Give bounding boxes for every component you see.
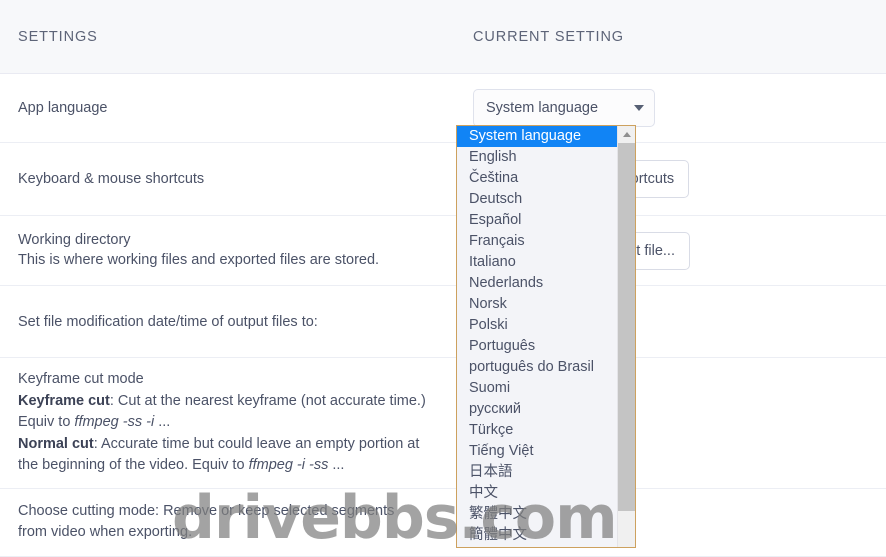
settings-row-keyframe-cut-mode: Keyframe cut mode Keyframe cut: Cut at t… [0, 357, 886, 489]
keyframe-cut-ellipsis: ... [154, 414, 171, 430]
language-option[interactable]: 中文 [457, 483, 617, 504]
language-option[interactable]: português do Brasil [457, 357, 617, 378]
settings-row-keyboard-mouse-shortcuts: Keyboard & mouse shortcuts Keyboard & mo… [0, 142, 886, 216]
language-option[interactable]: Tiếng Việt [457, 441, 617, 462]
language-option[interactable]: 簡體中文 [457, 525, 617, 546]
column-header-current-setting-label: CURRENT SETTING [473, 28, 624, 45]
settings-row-file-modification-date: Set file modification date/time of outpu… [0, 285, 886, 358]
scrollbar-thumb[interactable] [618, 143, 635, 511]
keyframe-cut-paragraph: Keyframe cut: Cut at the nearest keyfram… [18, 391, 440, 434]
keyframe-cut-command: ffmpeg -ss -i [74, 414, 155, 430]
settings-row-cutting-mode: Choose cutting mode: Remove or keep sele… [0, 488, 886, 557]
normal-cut-term: Normal cut [18, 435, 94, 452]
language-option[interactable]: Español [457, 210, 617, 231]
language-option[interactable]: Nederlands [457, 273, 617, 294]
settings-row-cutting-mode-label-cell: Choose cutting mode: Remove or keep sele… [0, 488, 456, 557]
keyframe-cut-mode-title: Keyframe cut mode [18, 371, 144, 387]
keyboard-mouse-shortcuts-label: Keyboard & mouse shortcuts [18, 171, 205, 187]
cutting-mode-description-wrap: Choose cutting mode: Remove or keep sele… [0, 490, 456, 555]
working-directory-description: This is where working files and exported… [18, 252, 380, 268]
settings-row-app-language: App language System language [0, 73, 886, 143]
normal-cut-ellipsis: ... [328, 457, 345, 473]
shortcuts-label-wrap: Keyboard & mouse shortcuts [0, 158, 456, 200]
chevron-down-icon [634, 105, 644, 111]
settings-row-keyframe-label-cell: Keyframe cut mode Keyframe cut: Cut at t… [0, 357, 456, 489]
language-option[interactable]: Norsk [457, 294, 617, 315]
file-modification-label-wrap: Set file modification date/time of outpu… [0, 301, 456, 343]
keyframe-cut-mode-description-wrap: Keyframe cut mode Keyframe cut: Cut at t… [0, 358, 456, 488]
settings-row-app-language-label-cell: App language [0, 73, 456, 143]
language-option[interactable]: Čeština [457, 168, 617, 189]
cutting-mode-line-2: from video when exporting. [18, 524, 193, 540]
app-language-select-value: System language [486, 100, 599, 116]
cutting-mode-line-1: Choose cutting mode: Remove or keep sele… [18, 502, 395, 519]
language-option[interactable]: 日本語 [457, 462, 617, 483]
language-option[interactable]: Suomi [457, 378, 617, 399]
normal-cut-command: ffmpeg -i -ss [248, 457, 329, 473]
column-header-current-setting: CURRENT SETTING [456, 0, 886, 74]
language-option[interactable]: Français [457, 231, 617, 252]
settings-table-header-row: SETTINGS CURRENT SETTING [0, 0, 886, 74]
app-language-label: App language [18, 100, 108, 116]
language-option[interactable]: 繁體中文 [457, 504, 617, 525]
language-dropdown-popup[interactable]: System language English Čeština Deutsch Espa… [456, 125, 636, 548]
language-option[interactable]: System language [457, 126, 617, 147]
language-option[interactable]: Deutsch [457, 189, 617, 210]
working-directory-label: Working directory [18, 232, 131, 248]
column-header-settings-label: SETTINGS [18, 28, 98, 45]
language-option[interactable]: русский [457, 399, 617, 420]
settings-row-working-directory: Working directory This is where working … [0, 215, 886, 286]
working-directory-label-wrap: Working directory This is where working … [0, 219, 456, 282]
keyframe-cut-term: Keyframe cut [18, 392, 110, 409]
language-option[interactable]: English [457, 147, 617, 168]
arrow-up-icon [622, 132, 631, 137]
column-header-settings: SETTINGS [0, 0, 456, 74]
language-option-list[interactable]: System language English Čeština Deutsch Espa… [457, 126, 617, 547]
scroll-up-button[interactable] [618, 126, 635, 143]
app-language-select[interactable]: System language [473, 89, 655, 127]
file-modification-date-label: Set file modification date/time of outpu… [18, 313, 318, 330]
language-option[interactable]: Italiano [457, 252, 617, 273]
app-language-label-wrap: App language [0, 87, 456, 129]
settings-table: SETTINGS CURRENT SETTING App language Sy… [0, 0, 886, 557]
language-dropdown-scrollbar[interactable] [617, 126, 635, 547]
language-option[interactable]: Polski [457, 315, 617, 336]
language-option[interactable]: Português [457, 336, 617, 357]
language-option[interactable]: Türkçe [457, 420, 617, 441]
settings-row-working-directory-label-cell: Working directory This is where working … [0, 215, 456, 286]
normal-cut-paragraph: Normal cut: Accurate time but could leav… [18, 434, 440, 477]
settings-row-file-modification-label-cell: Set file modification date/time of outpu… [0, 285, 456, 358]
settings-row-shortcuts-label-cell: Keyboard & mouse shortcuts [0, 142, 456, 216]
